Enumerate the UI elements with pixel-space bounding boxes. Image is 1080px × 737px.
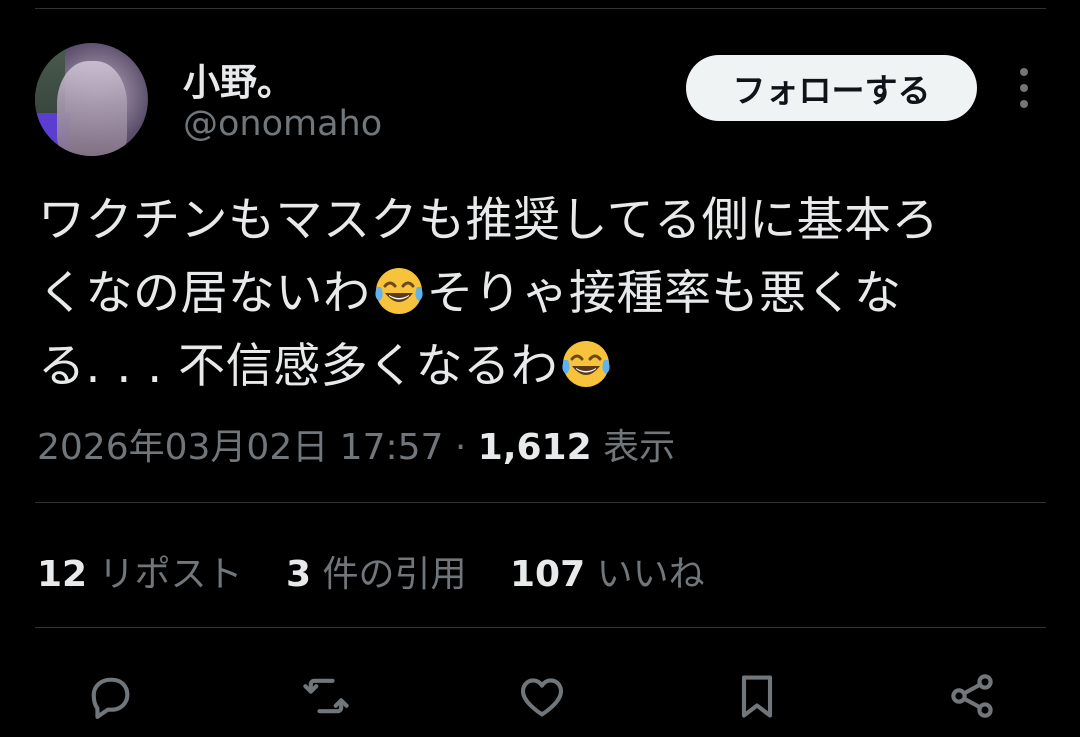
repost-icon[interactable] <box>298 668 354 724</box>
timestamp[interactable]: 2026年03月02日 17:57 <box>37 427 443 468</box>
divider <box>35 627 1046 628</box>
tweet-text: ワクチンもマスクも推奨してる側に基本ろ くなの居ないわ そりゃ接種率も悪くな る… <box>38 184 1043 403</box>
avatar[interactable] <box>35 43 148 156</box>
tweet-text-line-2: くなの居ないわ そりゃ接種率も悪くな <box>38 266 902 321</box>
follow-button[interactable]: フォローする <box>686 55 977 121</box>
share-icon[interactable] <box>944 668 1000 724</box>
meta-separator: · <box>443 427 478 468</box>
user-handle[interactable]: @onomaho <box>183 104 382 144</box>
divider <box>35 502 1046 503</box>
views-count: 1,612 <box>477 427 592 468</box>
top-divider <box>35 8 1046 9</box>
display-name[interactable]: 小野。 <box>183 52 294 106</box>
tweet-text-line-1: ワクチンもマスクも推奨してる側に基本ろ <box>38 193 940 248</box>
engagement-stats: 12 リポスト 3 件の引用 107 いいね <box>37 545 737 597</box>
quotes-stat[interactable]: 3 件の引用 <box>286 554 467 595</box>
face-with-tears-of-joy-icon <box>562 341 610 387</box>
like-icon[interactable] <box>514 668 570 724</box>
likes-stat[interactable]: 107 いいね <box>510 554 705 595</box>
reposts-stat[interactable]: 12 リポスト <box>37 554 243 595</box>
more-options-icon[interactable] <box>1010 68 1038 108</box>
tweet-text-line-3: る. . . 不信感多くなるわ <box>38 330 1043 403</box>
tweet-meta: 2026年03月02日 17:57 · 1,612 表示 <box>37 418 675 470</box>
bookmark-icon[interactable] <box>729 668 785 724</box>
face-with-tears-of-joy-icon <box>374 268 423 314</box>
views-label: 表示 <box>591 427 676 468</box>
reply-icon[interactable] <box>82 668 138 724</box>
